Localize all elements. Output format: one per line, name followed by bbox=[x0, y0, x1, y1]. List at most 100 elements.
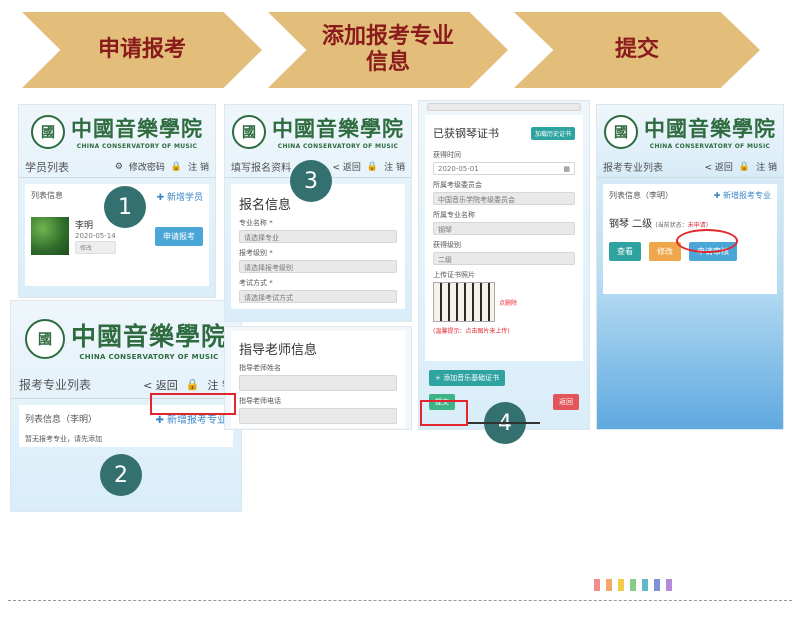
committee-label: 所属考级委员会 bbox=[433, 181, 482, 189]
step-number-3: 3 bbox=[290, 160, 332, 202]
back-link[interactable]: < 返回 bbox=[333, 160, 361, 173]
school-emblem-icon: 國 bbox=[232, 114, 266, 149]
school-name-en: CHINA CONSERVATORY OF MUSIC bbox=[277, 143, 399, 150]
navbar: 报考专业列表 < 返回 🔒 注 销 bbox=[597, 156, 783, 178]
school-logo: 國 中國音樂學院 CHINA CONSERVATORY OF MUSIC bbox=[11, 301, 241, 361]
navbar: 学员列表 ⚙ 修改密码 🔒 注 销 bbox=[19, 156, 215, 178]
empty-message: 暂无报考专业，请先添加 bbox=[25, 435, 102, 443]
teacher-card: 指导老师信息 指导老师姓名 指导老师电话 bbox=[231, 331, 405, 428]
level-select[interactable]: 二级 bbox=[433, 252, 575, 265]
level-label: 获得级别 bbox=[433, 241, 461, 249]
color-swatch bbox=[594, 579, 600, 591]
logout-link[interactable]: 注 销 bbox=[384, 160, 405, 173]
list-item: 钢琴 二级 (当前状态：未申请) bbox=[609, 215, 771, 230]
add-major-button[interactable]: ✚ 新增报考专业 bbox=[714, 190, 771, 201]
lock-icon: 🔒 bbox=[185, 378, 200, 391]
page-title: 报考专业列表 bbox=[603, 163, 663, 174]
apply-exam-button[interactable]: 申请报考 bbox=[155, 226, 203, 246]
step-4-connector bbox=[468, 422, 540, 424]
major-input[interactable]: 钢琴 bbox=[433, 222, 575, 235]
status-prefix: (当前状态： bbox=[655, 222, 688, 229]
school-emblem-icon: 國 bbox=[24, 319, 65, 359]
step-number-1: 1 bbox=[104, 186, 146, 228]
panel-teacher-info: 指导老师信息 指导老师姓名 指导老师电话 bbox=[224, 326, 412, 430]
lock-icon: 🔒 bbox=[366, 161, 379, 172]
list-info-label: 列表信息 bbox=[31, 191, 63, 200]
section-title: 指导老师信息 bbox=[239, 343, 318, 358]
highlight-submit bbox=[420, 400, 468, 426]
page-title: 填写报名资料 bbox=[231, 163, 291, 174]
color-swatch bbox=[654, 579, 660, 591]
list-info-label: 列表信息（李明） bbox=[25, 415, 98, 425]
teacher-phone-label: 指导老师电话 bbox=[239, 397, 281, 405]
color-swatch bbox=[666, 579, 672, 591]
list-info-label: 列表信息（李明） bbox=[609, 191, 673, 200]
step-banner-add-major-label: 添加报考专业信息 bbox=[321, 24, 454, 75]
logout-link[interactable]: 注 销 bbox=[756, 160, 777, 173]
upload-hint: (温馨提示：点击图片来上传) bbox=[433, 328, 510, 335]
page-title: 学员列表 bbox=[25, 160, 69, 174]
student-date: 2020-05-14 bbox=[75, 232, 116, 240]
exam-method-select[interactable]: 请选择考试方式 bbox=[239, 290, 397, 303]
back-link[interactable]: < 返回 bbox=[705, 160, 733, 173]
panel-registration-form: 國 中國音樂學院 CHINA CONSERVATORY OF MUSIC 填写报… bbox=[224, 104, 412, 322]
teacher-phone-input[interactable] bbox=[239, 408, 397, 424]
teacher-name-input[interactable] bbox=[239, 375, 397, 391]
edit-student-button[interactable]: 修改 bbox=[75, 241, 116, 254]
school-name-cn: 中國音樂學院 bbox=[71, 116, 203, 141]
previous-field[interactable] bbox=[427, 103, 581, 111]
step-banner-apply: 申请报考 bbox=[22, 12, 262, 88]
panel-piano-certificate: 已获钢琴证书 加载历史证书 获得时间 2020-05-01 ▦ 所属考级委员会 … bbox=[418, 100, 590, 430]
status-suffix: ) bbox=[705, 222, 709, 229]
lock-icon: 🔒 bbox=[738, 161, 751, 172]
page-title: 报考专业列表 bbox=[19, 378, 92, 392]
registration-card: 报名信息 专业名称 * 请选择专业 报考级别 * 请选择报考级别 考试方式 * … bbox=[231, 184, 405, 309]
time-value: 2020-05-01 bbox=[438, 165, 479, 173]
level-select[interactable]: 请选择报考级别 bbox=[239, 260, 397, 273]
time-input[interactable]: 2020-05-01 ▦ bbox=[433, 162, 575, 175]
school-logo: 國 中國音樂學院 CHINA CONSERVATORY OF MUSIC bbox=[597, 105, 783, 150]
level-label: 报考级别 * bbox=[239, 249, 273, 257]
gear-icon[interactable]: ⚙ bbox=[115, 162, 123, 172]
step-banner-apply-label: 申请报考 bbox=[97, 37, 186, 62]
school-name-cn: 中國音樂學院 bbox=[644, 116, 776, 141]
color-swatch bbox=[606, 579, 612, 591]
panel-major-list-submit: 國 中國音樂學院 CHINA CONSERVATORY OF MUSIC 报考专… bbox=[596, 104, 784, 430]
certificate-card: 已获钢琴证书 加载历史证书 获得时间 2020-05-01 ▦ 所属考级委员会 … bbox=[425, 115, 583, 361]
upload-label: 上传证书照片 bbox=[433, 271, 475, 279]
divider bbox=[8, 600, 792, 601]
major-label: 专业名称 * bbox=[239, 219, 273, 227]
modify-password-link[interactable]: 修改密码 bbox=[129, 160, 165, 173]
color-swatch bbox=[642, 579, 648, 591]
school-emblem-icon: 國 bbox=[31, 114, 65, 149]
color-swatch bbox=[618, 579, 624, 591]
certificate-photo[interactable] bbox=[433, 282, 495, 322]
exam-method-label: 考试方式 * bbox=[239, 279, 273, 287]
school-name-cn: 中國音樂學院 bbox=[70, 322, 227, 351]
load-history-button[interactable]: 加载历史证书 bbox=[530, 126, 575, 140]
calendar-icon[interactable]: ▦ bbox=[563, 165, 570, 173]
delete-photo-link[interactable]: 点删除 bbox=[499, 298, 517, 307]
back-link[interactable]: < 返回 bbox=[143, 377, 178, 393]
school-name-en: CHINA CONSERVATORY OF MUSIC bbox=[79, 353, 219, 361]
major-select[interactable]: 请选择专业 bbox=[239, 230, 397, 243]
highlight-submit-review bbox=[676, 229, 738, 253]
school-name-en: CHINA CONSERVATORY OF MUSIC bbox=[76, 143, 198, 150]
highlight-add-major bbox=[150, 393, 236, 415]
add-basic-cert-button[interactable]: + 添加音乐基础证书 bbox=[429, 370, 506, 386]
major-entry-name: 钢琴 二级 bbox=[609, 219, 653, 230]
teacher-name-label: 指导老师姓名 bbox=[239, 364, 281, 372]
add-student-button[interactable]: ✚ 新增学员 bbox=[157, 190, 203, 203]
view-button[interactable]: 查看 bbox=[609, 242, 641, 261]
committee-input[interactable]: 中国音乐学院考级委员会 bbox=[433, 192, 575, 205]
logout-link[interactable]: 注 销 bbox=[188, 160, 209, 173]
status-badge: 未申请 bbox=[687, 222, 706, 229]
step-banner-add-major: 添加报考专业信息 bbox=[268, 12, 508, 88]
color-swatch bbox=[630, 579, 636, 591]
school-name-en: CHINA CONSERVATORY OF MUSIC bbox=[649, 143, 771, 150]
school-name-cn: 中國音樂學院 bbox=[272, 116, 404, 141]
back-button[interactable]: 返回 bbox=[553, 394, 579, 410]
edit-button[interactable]: 修改 bbox=[649, 242, 681, 261]
student-photo bbox=[31, 217, 69, 255]
school-emblem-icon: 國 bbox=[604, 114, 638, 149]
